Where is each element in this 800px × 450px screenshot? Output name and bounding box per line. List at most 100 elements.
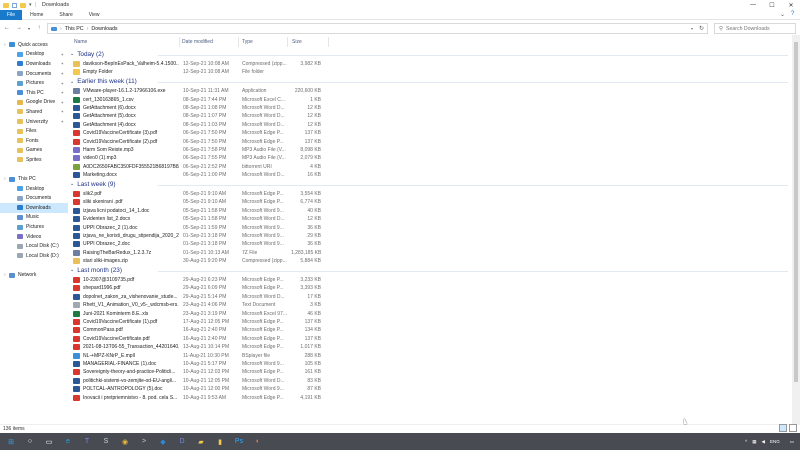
help-icon[interactable]: ? (791, 11, 794, 17)
column-header-name[interactable]: Name (74, 39, 87, 45)
nav-item-local-disk-c[interactable]: Local Disk (C:) (0, 241, 68, 251)
file-row[interactable]: Covid19VaccineCertificate.pdf 16-Aug-21 2… (68, 334, 792, 342)
minimize-button[interactable]: — (744, 0, 762, 10)
refresh-icon[interactable]: ↻ (699, 25, 704, 32)
file-row[interactable]: Juni-2021 Kominterm 8.E..xls 23-Aug-21 3:… (68, 309, 792, 317)
nav-item-music[interactable]: Music (0, 213, 68, 223)
column-header-type[interactable]: Type (242, 39, 253, 45)
nav-item-pictures[interactable]: Pictures ✦ (0, 78, 68, 88)
app-icon[interactable]: ◐ (251, 435, 265, 448)
nav-item-pictures[interactable]: Pictures (0, 222, 68, 232)
file-row[interactable]: Rhett_V1_Animation_V0_v5-_wdcmsb-ers... 2… (68, 301, 792, 309)
file-row[interactable]: dopolnet_zakon_za_vishenovanie_stude... 2… (68, 292, 792, 300)
file-row[interactable]: izjava licni podatoci_14_1.doc 05-Sep-21 … (68, 206, 792, 214)
breadcrumb-downloads[interactable]: Downloads (91, 26, 117, 32)
new-folder-icon[interactable] (20, 2, 26, 8)
forward-button[interactable]: → (14, 23, 24, 33)
file-row[interactable]: GetAttachment (6).docx 08-Sep-21 1:08 PM M… (68, 104, 792, 112)
recent-locations-button[interactable]: ▾ (26, 23, 32, 33)
address-bar[interactable]: › This PC › Downloads ▾ ↻ (47, 23, 708, 34)
tab-share[interactable]: Share (51, 10, 80, 20)
notification-icon[interactable]: ▭ (790, 439, 794, 445)
details-view-button[interactable] (779, 424, 787, 432)
file-explorer-icon[interactable]: ▰ (194, 435, 208, 448)
language-indicator[interactable]: ENG (770, 439, 780, 444)
task-view-icon[interactable]: ▭ (42, 435, 56, 448)
nav-item-files[interactable]: Files (0, 126, 68, 136)
file-row[interactable]: MANAGERIAL-FINANCE (1).doc 10-Aug-21 5:17… (68, 360, 792, 368)
expand-chevron-icon[interactable]: › (4, 42, 8, 48)
nav-item-this-pc[interactable]: This PC ✦ (0, 88, 68, 98)
nav-item-this-pc[interactable]: › This PC (0, 174, 68, 184)
file-row[interactable]: Marketing.docx 06-Sep-21 1:00 PM Microsoft… (68, 171, 792, 179)
address-dropdown-icon[interactable]: ▾ (691, 26, 693, 31)
file-row[interactable]: Empty Folder 12-Sep-21 10:08 AM File folde… (68, 68, 792, 76)
file-row[interactable]: Evidenten list_2.docx 05-Sep-21 1:58 PM Mi… (68, 215, 792, 223)
file-row[interactable]: stari sliki-images.zip 30-Aug-21 9:20 PM C… (68, 257, 792, 265)
nav-item-videos[interactable]: Videos (0, 232, 68, 242)
file-row[interactable]: izjava_ne_koristi_drugu_stipendija_2020_… (68, 232, 792, 240)
nav-item-local-disk-d[interactable]: Local Disk (D:) (0, 251, 68, 261)
file-row[interactable]: GetAttachment (4).docx 08-Sep-21 1:03 PM M… (68, 120, 792, 128)
file-row[interactable]: Covid19VaccineCertificate (3).pdf 06-Sep-… (68, 129, 792, 137)
file-row[interactable]: VMware-player-16.1.2-17966106.exe 10-Sep-… (68, 87, 792, 95)
nav-item-desktop[interactable]: Desktop ✦ (0, 50, 68, 60)
file-row[interactable]: CommonPass.pdf 16-Aug-21 2:40 PM Microsoft… (68, 326, 792, 334)
photoshop-icon[interactable]: Ps (232, 435, 246, 448)
file-row[interactable]: politichki-sistemi-vo-zemjite-od-EU-angl… (68, 376, 792, 384)
file-row[interactable]: A0DC2650FABC350FDF355521B68197B8A... 06-S… (68, 162, 792, 170)
breadcrumb-this-pc[interactable]: This PC (65, 26, 84, 32)
file-row[interactable]: Harm Som Reiste.mp3 06-Sep-21 7:58 PM MP3 … (68, 146, 792, 154)
nav-item-network[interactable]: › Network (0, 270, 68, 280)
tray-overflow-icon[interactable]: ^ (745, 439, 747, 444)
file-row[interactable]: Sovereignty-theory-and-practice-Politicl… (68, 368, 792, 376)
terminal-icon[interactable]: > (137, 435, 151, 448)
file-row[interactable]: davikson-BepInExPack_Valheim-5.4.1500...… (68, 60, 792, 68)
chrome-icon[interactable]: ◉ (118, 435, 132, 448)
expand-chevron-icon[interactable]: › (4, 176, 8, 182)
column-divider[interactable] (287, 37, 288, 47)
tab-file[interactable]: File (0, 9, 23, 20)
teams-icon[interactable]: T (80, 435, 94, 448)
search-icon[interactable]: ○ (23, 435, 37, 448)
column-divider[interactable] (179, 37, 180, 47)
volume-icon[interactable]: ◀ (762, 439, 765, 445)
nav-item-downloads[interactable]: Downloads (0, 203, 68, 213)
expand-chevron-icon[interactable]: › (4, 272, 8, 278)
file-row[interactable]: Inovacii i pretpriemnistvo - 8. pod. cel… (68, 393, 792, 401)
file-row[interactable]: shepard1996.pdf 29-Aug-21 6:09 PM Microsof… (68, 284, 792, 292)
windows-start-icon[interactable]: ⊞ (4, 435, 18, 448)
close-button[interactable]: ✕ (782, 0, 800, 10)
column-divider[interactable] (238, 37, 239, 47)
collapse-chevron-icon[interactable]: ⌄ (70, 51, 74, 57)
file-row[interactable]: UPPI Obrazec_2 (1).doc 05-Sep-21 1:59 PM M… (68, 223, 792, 231)
group-header[interactable]: ⌄ Last week (9) (68, 179, 792, 190)
nav-item-fonts[interactable]: Fonts (0, 136, 68, 146)
search-input[interactable]: ⚲ Search Downloads (714, 23, 796, 34)
file-row[interactable]: 10-2307@3109735.pdf 29-Aug-21 6:23 PM Micr… (68, 276, 792, 284)
file-row[interactable]: NL-+MPZ-KNrP_E.mpll 11-Aug-21 10:30 PM BSp… (68, 351, 792, 359)
group-header[interactable]: ⌄ Today (2) (68, 49, 792, 60)
steam-icon[interactable]: S (99, 435, 113, 448)
file-row[interactable]: 2021-08-13T06-55_Transaction_44201640...… (68, 343, 792, 351)
file-row[interactable]: cert_130163865_1.csv 08-Sep-21 7:44 PM Mic… (68, 95, 792, 103)
discord-icon[interactable]: D (175, 435, 189, 448)
nav-item-sprites[interactable]: Sprites (0, 155, 68, 165)
collapse-chevron-icon[interactable]: ⌄ (70, 267, 74, 273)
edge-icon[interactable]: e (61, 435, 75, 448)
file-row[interactable]: POLTCAL-ANTROPOLOGY (5).doc 10-Aug-21 12:… (68, 385, 792, 393)
up-button[interactable]: ↑ (34, 23, 44, 33)
file-row[interactable]: UPPI Obrazec_2.doc 01-Sep-21 3:18 PM Micro… (68, 240, 792, 248)
nav-item-google-drive[interactable]: Google Drive ✦ (0, 98, 68, 108)
file-row[interactable]: sliki skenirani .pdf 05-Sep-21 9:10 AM Mic… (68, 198, 792, 206)
column-divider[interactable] (328, 37, 329, 47)
nav-item-documents[interactable]: Documents (0, 194, 68, 204)
column-header-date[interactable]: Date modified (182, 39, 213, 45)
large-icons-view-button[interactable] (789, 424, 797, 432)
back-button[interactable]: ← (2, 23, 12, 33)
nav-item-shared[interactable]: Shared ✦ (0, 107, 68, 117)
file-row[interactable]: RaisingTheBarRedux_1.2.3.7z 01-Sep-21 10:… (68, 248, 792, 256)
customize-toolbar-icon[interactable]: ▾ (29, 2, 32, 8)
nav-item-desktop[interactable]: Desktop (0, 184, 68, 194)
collapse-chevron-icon[interactable]: ⌄ (70, 181, 74, 187)
